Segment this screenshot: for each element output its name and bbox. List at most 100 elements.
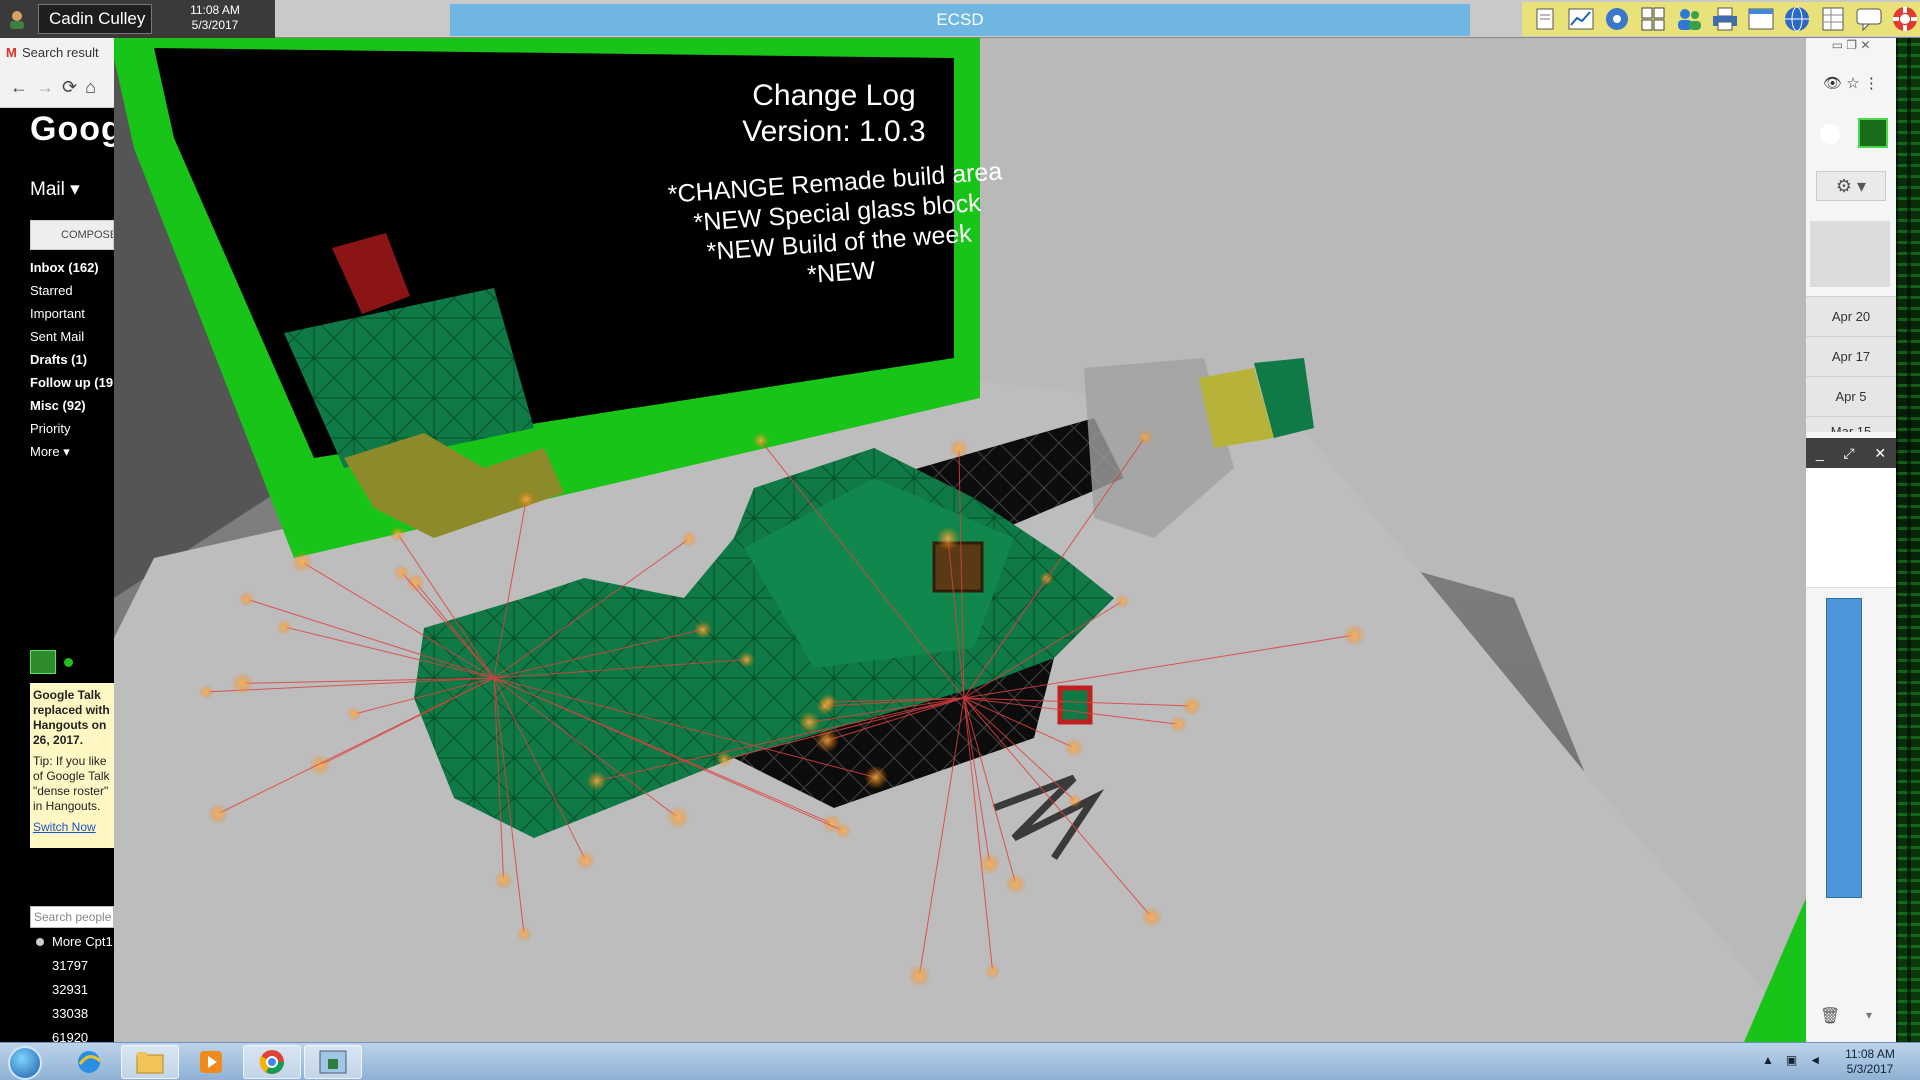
spark — [231, 672, 254, 695]
network-icon[interactable]: ▣ — [1786, 1053, 1797, 1067]
browser-tab[interactable]: M Search result — [0, 38, 114, 68]
spreadsheet-icon[interactable] — [1818, 4, 1848, 34]
reload-icon[interactable]: ⟳ — [62, 77, 77, 98]
nav-item[interactable]: Important — [30, 306, 85, 321]
compose-button[interactable]: COMPOSE — [30, 220, 114, 250]
search-people-input[interactable]: Search people — [30, 906, 114, 928]
taskbar: ▲ ▣ ◄ 11:08 AM 5/3/2017 — [0, 1042, 1920, 1080]
taskbar-date: 5/3/2017 — [1846, 1062, 1894, 1076]
spark — [949, 438, 969, 459]
thumbnail — [1810, 221, 1890, 287]
notification-icon[interactable] — [1820, 124, 1840, 144]
browser-nav: ← → ⟳ ⌂ — [0, 68, 114, 108]
trash-icon[interactable]: 🗑 — [1820, 1006, 1840, 1026]
spark — [984, 963, 1001, 980]
volume-icon[interactable]: ◄ — [1809, 1053, 1821, 1067]
spark — [752, 432, 769, 449]
window-controls: ▭ ❐ ✕ — [1831, 38, 1871, 52]
mail-menu[interactable]: Mail ▾ — [30, 178, 80, 201]
game-viewport[interactable]: Change Log Version: 1.0.3 *CHANGE Remade… — [114, 38, 1806, 1042]
nav-item[interactable]: Misc (92) — [30, 398, 86, 413]
email-date[interactable]: Apr 5 — [1806, 376, 1896, 416]
globe-icon[interactable] — [1782, 4, 1812, 34]
media-icon[interactable] — [182, 1045, 240, 1079]
nav-item[interactable]: Starred — [30, 283, 73, 298]
chat-window-bar: _ ⤢ ✕ — [1806, 438, 1896, 468]
spark — [816, 697, 834, 715]
google-logo: Goog — [30, 110, 123, 148]
printer-icon[interactable] — [1710, 4, 1740, 34]
spark — [393, 564, 410, 581]
side-blue-panel — [1826, 598, 1862, 898]
nav-item[interactable]: Sent Mail — [30, 329, 84, 344]
spark — [1141, 906, 1163, 928]
lifesaver-icon[interactable] — [1890, 4, 1920, 34]
tray-arrow-icon[interactable]: ▲ — [1762, 1053, 1774, 1067]
nav-item[interactable]: More ▾ — [30, 444, 70, 460]
taskbar-time: 11:08 AM — [1845, 1047, 1895, 1061]
contact-item[interactable]: 32931 — [52, 982, 88, 997]
taskbar-clock[interactable]: 11:08 AM 5/3/2017 — [1830, 1047, 1910, 1077]
browser-tab-label: Search result — [22, 45, 99, 60]
user-block: Cadin Culley 11:08 AM 5/3/2017 — [0, 0, 275, 38]
nav-item[interactable]: Follow up (19 — [30, 375, 113, 390]
chart-icon[interactable] — [1566, 4, 1596, 34]
spark — [494, 870, 514, 890]
ie-icon[interactable] — [60, 1045, 118, 1079]
spark — [198, 684, 214, 700]
nav-item[interactable]: Inbox (162) — [30, 260, 99, 275]
email-date[interactable]: Apr 20 — [1806, 296, 1896, 336]
spark — [575, 850, 596, 871]
spark — [291, 551, 313, 573]
hangouts-headline: Google Talk replaced with Hangouts on 26… — [33, 688, 110, 747]
spark — [586, 770, 607, 791]
folder-icon[interactable] — [121, 1045, 179, 1079]
disc-icon[interactable] — [1602, 4, 1632, 34]
top-date: 5/3/2017 — [191, 18, 239, 32]
spark — [1005, 873, 1027, 895]
back-icon[interactable]: ← — [10, 77, 28, 98]
user-name[interactable]: Cadin Culley — [38, 4, 152, 34]
start-button[interactable] — [8, 1046, 42, 1080]
hangouts-tip: Tip: If you like of Google Talk "dense r… — [33, 754, 110, 813]
spark — [798, 711, 821, 734]
chevron-down-icon[interactable]: ▾ — [1866, 1008, 1872, 1022]
people-icon[interactable] — [1674, 4, 1704, 34]
notes-icon[interactable] — [1530, 4, 1560, 34]
account-avatar[interactable] — [1858, 118, 1888, 148]
email-date[interactable]: Mar 15 — [1806, 416, 1896, 432]
user-icon — [10, 11, 24, 29]
grid-icon[interactable] — [1638, 4, 1668, 34]
contact-status-icon — [36, 938, 44, 946]
contact-item[interactable]: 33038 — [52, 1006, 88, 1021]
spark — [864, 765, 888, 790]
hangouts-avatar[interactable] — [30, 650, 56, 674]
spark — [1169, 715, 1188, 733]
minimize-icon[interactable]: _ — [1816, 445, 1824, 461]
top-tray — [1522, 2, 1920, 36]
home-icon[interactable]: ⌂ — [85, 77, 96, 98]
nav-item[interactable]: Priority — [30, 421, 70, 436]
spark — [680, 530, 698, 548]
contact-item[interactable]: More Cpt1 — [52, 934, 113, 949]
spark — [908, 964, 931, 988]
game-icon[interactable] — [304, 1045, 362, 1079]
status-dot-icon — [64, 658, 73, 667]
forward-icon[interactable]: → — [36, 77, 54, 98]
close-icon[interactable]: ✕ — [1874, 445, 1886, 462]
window-icon[interactable] — [1746, 4, 1776, 34]
spark — [1067, 793, 1082, 808]
spark — [936, 526, 960, 551]
popout-icon[interactable]: ⤢ — [1843, 445, 1854, 462]
top-bar: Cadin Culley 11:08 AM 5/3/2017 ECSD — [0, 0, 1920, 38]
spark — [517, 490, 535, 509]
settings-gear-icon[interactable]: ⚙ ▾ — [1816, 171, 1886, 201]
email-date[interactable]: Apr 17 — [1806, 336, 1896, 376]
red-block-front — [1057, 685, 1093, 725]
nav-item[interactable]: Drafts (1) — [30, 352, 87, 367]
chrome-icon[interactable] — [243, 1045, 301, 1079]
switch-now-link[interactable]: Switch Now — [33, 820, 111, 835]
chat-icon[interactable] — [1854, 4, 1884, 34]
spark — [1181, 696, 1202, 716]
contact-item[interactable]: 31797 — [52, 958, 88, 973]
